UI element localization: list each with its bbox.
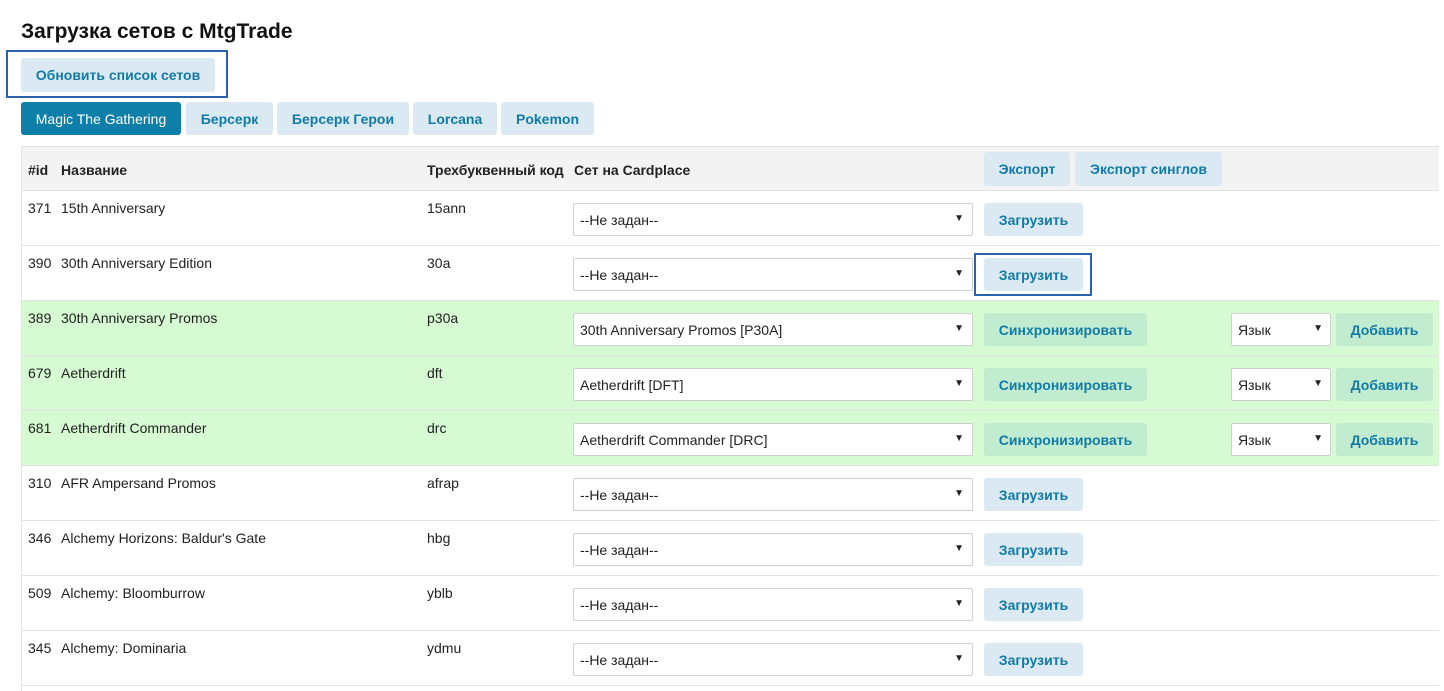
row-id: 345: [28, 640, 52, 656]
dropdown-arrow-icon: ▼: [954, 653, 964, 664]
row-code: afrap: [427, 475, 459, 491]
refresh-sets-button[interactable]: Обновить список сетов: [21, 58, 215, 92]
row-code: dft: [427, 365, 443, 381]
row-id: 389: [28, 310, 52, 326]
cardplace-set-select[interactable]: Aetherdrift [DFT] ▼: [573, 368, 973, 401]
tab-berserk[interactable]: Берсерк: [186, 102, 273, 135]
cardplace-set-select[interactable]: --Не задан-- ▼: [573, 203, 973, 236]
dropdown-arrow-icon: ▼: [954, 433, 964, 444]
add-button[interactable]: Добавить: [1336, 313, 1433, 346]
header-code: Трехбуквенный код: [427, 162, 564, 178]
select-value: Aetherdrift [DFT]: [580, 376, 684, 393]
table-row: 390 30th Anniversary Edition 30a --Не за…: [22, 246, 1439, 301]
language-select-value: Язык: [1238, 431, 1271, 448]
language-select[interactable]: Язык ▼: [1231, 423, 1331, 456]
row-id: 346: [28, 530, 52, 546]
select-value: --Не задан--: [580, 596, 659, 613]
sets-table: #id Название Трехбуквенный код Сет на Ca…: [21, 146, 1439, 691]
row-name: Alchemy Horizons: Baldur's Gate: [61, 530, 266, 546]
table-row: 679 Aetherdrift dft Aetherdrift [DFT] ▼ С…: [22, 356, 1439, 411]
table-row: 389 30th Anniversary Promos p30a 30th An…: [22, 301, 1439, 356]
table-row: 509 Alchemy: Bloomburrow yblb --Не задан…: [22, 576, 1439, 631]
table-header: #id Название Трехбуквенный код Сет на Ca…: [22, 146, 1439, 191]
row-code: p30a: [427, 310, 459, 326]
row-id: 390: [28, 255, 52, 271]
load-button[interactable]: Загрузить: [984, 478, 1083, 511]
header-cardplace: Сет на Cardplace: [574, 162, 691, 178]
tab-pokemon[interactable]: Pokemon: [501, 102, 594, 135]
row-id: 310: [28, 475, 52, 491]
row-code: ydmu: [427, 640, 462, 656]
row-name: AFR Ampersand Promos: [61, 475, 216, 491]
row-name: 15th Anniversary: [61, 200, 166, 216]
row-code: 30a: [427, 255, 451, 271]
sync-button[interactable]: Синхронизировать: [984, 368, 1147, 401]
dropdown-arrow-icon: ▼: [954, 268, 964, 279]
header-id: #id: [28, 162, 49, 178]
dropdown-arrow-icon: ▼: [954, 598, 964, 609]
dropdown-arrow-icon: ▼: [1313, 323, 1323, 334]
table-row: 371 15th Anniversary 15ann --Не задан-- ▼…: [22, 191, 1439, 246]
row-name: Aetherdrift Commander: [61, 420, 207, 436]
language-select[interactable]: Язык ▼: [1231, 313, 1331, 346]
row-name: Alchemy: Bloomburrow: [61, 585, 205, 601]
table-row: 681 Aetherdrift Commander drc Aetherdrif…: [22, 411, 1439, 466]
cardplace-set-select[interactable]: --Не задан-- ▼: [573, 643, 973, 676]
header-name: Название: [61, 162, 128, 178]
dropdown-arrow-icon: ▼: [954, 213, 964, 224]
dropdown-arrow-icon: ▼: [954, 323, 964, 334]
page-title: Загрузка сетов с MtgTrade: [21, 20, 293, 43]
row-id: 679: [28, 365, 52, 381]
sync-button[interactable]: Синхронизировать: [984, 313, 1147, 346]
row-name: 30th Anniversary Promos: [61, 310, 218, 326]
row-code: drc: [427, 420, 447, 436]
language-select-value: Язык: [1238, 376, 1271, 393]
tab-berserk-heroes[interactable]: Берсерк Герои: [277, 102, 409, 135]
select-value: --Не задан--: [580, 651, 659, 668]
load-button[interactable]: Загрузить: [984, 643, 1083, 676]
cardplace-set-select[interactable]: --Не задан-- ▼: [573, 533, 973, 566]
row-code: yblb: [427, 585, 453, 601]
add-button[interactable]: Добавить: [1336, 423, 1433, 456]
load-button[interactable]: Загрузить: [984, 258, 1083, 291]
select-value: Aetherdrift Commander [DRC]: [580, 431, 768, 448]
select-value: 30th Anniversary Promos [P30A]: [580, 321, 783, 338]
dropdown-arrow-icon: ▼: [954, 543, 964, 554]
table-row: 310 AFR Ampersand Promos afrap --Не зада…: [22, 466, 1439, 521]
cardplace-set-select[interactable]: --Не задан-- ▼: [573, 478, 973, 511]
dropdown-arrow-icon: ▼: [1313, 378, 1323, 389]
cardplace-set-select[interactable]: --Не задан-- ▼: [573, 588, 973, 621]
tab-lorcana[interactable]: Lorcana: [413, 102, 497, 135]
dropdown-arrow-icon: ▼: [954, 378, 964, 389]
cardplace-set-select[interactable]: Aetherdrift Commander [DRC] ▼: [573, 423, 973, 456]
load-button[interactable]: Загрузить: [984, 588, 1083, 621]
export-button[interactable]: Экспорт: [984, 152, 1070, 186]
dropdown-arrow-icon: ▼: [1313, 433, 1323, 444]
row-id: 371: [28, 200, 52, 216]
select-value: --Не задан--: [580, 266, 659, 283]
language-select-value: Язык: [1238, 321, 1271, 338]
tab-magic-the-gathering[interactable]: Magic The Gathering: [21, 102, 181, 135]
dropdown-arrow-icon: ▼: [954, 488, 964, 499]
export-singles-button[interactable]: Экспорт синглов: [1075, 152, 1222, 186]
row-name: Aetherdrift: [61, 365, 126, 381]
select-value: --Не задан--: [580, 486, 659, 503]
cardplace-set-select[interactable]: --Не задан-- ▼: [573, 258, 973, 291]
load-button[interactable]: Загрузить: [984, 533, 1083, 566]
row-name: 30th Anniversary Edition: [61, 255, 212, 271]
row-code: 15ann: [427, 200, 466, 216]
row-id: 681: [28, 420, 52, 436]
load-button[interactable]: Загрузить: [984, 203, 1083, 236]
table-row: 346 Alchemy Horizons: Baldur's Gate hbg …: [22, 521, 1439, 576]
table-row: 345 Alchemy: Dominaria ydmu --Не задан--…: [22, 631, 1439, 686]
row-name: Alchemy: Dominaria: [61, 640, 187, 656]
row-id: 509: [28, 585, 52, 601]
language-select[interactable]: Язык ▼: [1231, 368, 1331, 401]
add-button[interactable]: Добавить: [1336, 368, 1433, 401]
select-value: --Не задан--: [580, 211, 659, 228]
sync-button[interactable]: Синхронизировать: [984, 423, 1147, 456]
cardplace-set-select[interactable]: 30th Anniversary Promos [P30A] ▼: [573, 313, 973, 346]
select-value: --Не задан--: [580, 541, 659, 558]
row-code: hbg: [427, 530, 451, 546]
